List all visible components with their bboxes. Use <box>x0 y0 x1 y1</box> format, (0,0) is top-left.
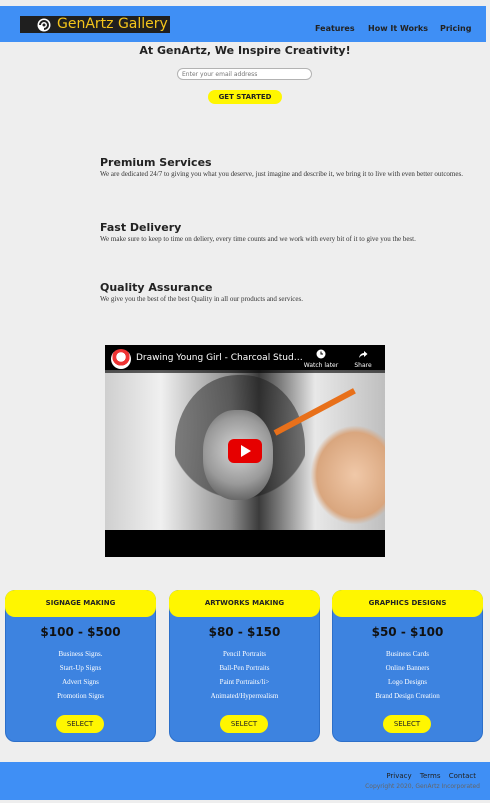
card-item: Animated/Hyperrealism <box>210 692 279 700</box>
footer-link-contact[interactable]: Contact <box>449 772 476 780</box>
pricing-card-graphics: GRAPHICS DESIGNS $50 - $100 Business Car… <box>332 590 483 742</box>
feature-title: Quality Assurance <box>100 281 213 294</box>
share-icon <box>359 351 368 358</box>
feature-text: We make sure to keep to time on deliery,… <box>100 235 416 243</box>
thumbnail-hand <box>310 425 385 525</box>
watch-later-label: Watch later <box>303 362 339 369</box>
footer-links: Privacy Terms Contact <box>380 772 476 780</box>
feature-text: We are dedicated 24/7 to giving you what… <box>100 170 463 178</box>
clock-icon <box>316 349 326 359</box>
card-item: Promotion Signs <box>57 692 104 700</box>
share-button[interactable]: Share <box>349 349 377 369</box>
pricing-card-artworks: ARTWORKS MAKING $80 - $150 Pencil Portra… <box>169 590 320 742</box>
logo[interactable]: GenArtz Gallery <box>20 16 170 33</box>
card-items: Business Cards Online Banners Logo Desig… <box>333 647 482 703</box>
card-title: GRAPHICS DESIGNS <box>332 590 483 617</box>
feature-title: Fast Delivery <box>100 221 182 234</box>
video-player[interactable]: Drawing Young Girl - Charcoal Study #i-.… <box>105 345 385 557</box>
logo-text: GenArtz Gallery <box>57 16 168 32</box>
card-item: Brand Design Creation <box>375 692 440 700</box>
card-item: Start-Up Signs <box>59 664 102 672</box>
video-title[interactable]: Drawing Young Girl - Charcoal Study #i-.… <box>136 353 306 363</box>
feature-premium-services: Premium Services We are dedicated 24/7 t… <box>100 156 490 179</box>
logo-icon <box>37 18 51 31</box>
card-item: Business Signs. <box>58 650 103 658</box>
share-label: Share <box>354 362 372 369</box>
card-items: Business Signs. Start-Up Signs Advert Si… <box>6 647 155 703</box>
feature-fast-delivery: Fast Delivery We make sure to keep to ti… <box>100 221 490 244</box>
footer-link-terms[interactable]: Terms <box>420 772 441 780</box>
watch-later-button[interactable]: Watch later <box>303 349 339 369</box>
channel-avatar[interactable] <box>111 349 131 369</box>
card-item: Pencil Portraits <box>223 650 266 658</box>
card-item: Ball-Pen Portraits <box>219 664 270 672</box>
select-button[interactable]: SELECT <box>383 715 431 733</box>
card-title: ARTWORKS MAKING <box>169 590 320 617</box>
card-items: Pencil Portraits Ball-Pen Portraits Pain… <box>170 647 319 703</box>
feature-title: Premium Services <box>100 156 212 169</box>
card-item: Paint Portraits/li> <box>219 678 270 686</box>
email-input[interactable] <box>177 68 312 80</box>
card-title: SIGNAGE MAKING <box>5 590 156 617</box>
header: GenArtz Gallery Features How It Works Pr… <box>0 6 486 42</box>
feature-text: We give you the best of the best Quality… <box>100 295 303 303</box>
footer: Privacy Terms Contact Copyright 2020, Ge… <box>0 762 490 800</box>
card-item: Online Banners <box>385 664 430 672</box>
card-item: Logo Designs <box>387 678 428 686</box>
play-icon[interactable] <box>228 439 262 463</box>
copyright: Copyright 2020, GenArtz Incorporated <box>365 783 480 790</box>
card-price: $100 - $500 <box>40 625 121 639</box>
get-started-button[interactable]: GET STARTED <box>208 90 282 104</box>
card-price: $50 - $100 <box>371 625 444 639</box>
nav-pricing[interactable]: Pricing <box>440 24 471 33</box>
footer-link-privacy[interactable]: Privacy <box>386 772 411 780</box>
card-item: Advert Signs <box>62 678 99 686</box>
nav-how-it-works[interactable]: How It Works <box>368 24 428 33</box>
pricing-card-signage: SIGNAGE MAKING $100 - $500 Business Sign… <box>5 590 156 742</box>
nav-features[interactable]: Features <box>315 24 355 33</box>
card-price: $80 - $150 <box>208 625 281 639</box>
feature-quality-assurance: Quality Assurance We give you the best o… <box>100 281 490 304</box>
card-item: Business Cards <box>386 650 429 658</box>
hero-title: At GenArtz, We Inspire Creativity! <box>139 44 351 57</box>
select-button[interactable]: SELECT <box>56 715 104 733</box>
select-button[interactable]: SELECT <box>220 715 268 733</box>
